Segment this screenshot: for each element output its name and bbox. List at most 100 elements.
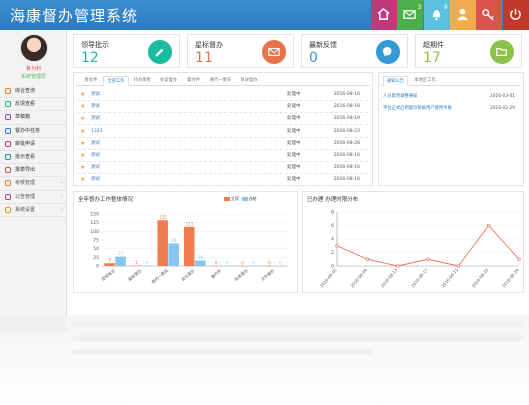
tasks-panel: 星标件 全部工作 待办审批 会议督办 督办件 两代一委员 目录督办 ★ 测试 处理中 2016-0… (73, 72, 373, 187)
y-tick-label: 125 (90, 220, 99, 226)
sidebar-item-8[interactable]: 公告管理 › (0, 191, 67, 204)
data-point (426, 257, 430, 261)
sidebar-item-6[interactable]: 报表导出 (0, 164, 67, 178)
sidebar-item-7[interactable]: 考核管理 › (0, 177, 67, 191)
task-name-link[interactable]: 测试 (91, 138, 100, 150)
x-tick-label: 2016-08-05 (319, 267, 338, 288)
list-icon (5, 153, 11, 160)
table-row[interactable]: ★ 测试 处理中 2016-08-16 (78, 162, 368, 175)
tab-tasks-1[interactable]: 全部工作 (103, 76, 129, 86)
data-point (396, 264, 400, 268)
y-tick-label: 100 (90, 229, 99, 235)
notification-badge: 3 (417, 4, 422, 11)
stat-card-3[interactable]: 超期件 17 (415, 34, 522, 68)
y-tick-label: 2 (331, 250, 334, 256)
table-row[interactable]: ★ 测试 处理中 2016-08-18 (78, 101, 368, 114)
tab-notices-0[interactable]: 通知公告 (383, 76, 408, 86)
y-tick-label: 6 (331, 223, 334, 229)
sidebar-item-1[interactable]: 反馈查看 (0, 98, 67, 112)
user-role: 系统管理员 (20, 74, 46, 80)
x-tick-label: 文件督办 (259, 267, 275, 282)
table-row[interactable]: ★ 测试 处理中 2016-08-16 (78, 174, 368, 187)
notices-tabs: 通知公告 本地区工作 (381, 76, 521, 86)
tab-tasks-5[interactable]: 两代一委员 (206, 76, 235, 86)
messages-button[interactable]: 3 (397, 0, 424, 30)
notice-title-link[interactable]: 平台正式启用督办系统用户使用手册 (383, 102, 452, 115)
stat-card-title: 超期件 (423, 41, 444, 49)
table-row[interactable]: ★ 1323 处理中 2016-08-23 (78, 126, 368, 138)
task-date: 2016-08-18 (333, 104, 360, 110)
task-name-link[interactable]: 测试 (91, 113, 100, 125)
list-item[interactable]: 平台正式启用督办系统用户使用手册 2016-02-29 (383, 102, 519, 115)
edit-icon (5, 167, 11, 174)
x-tick-label: 两代一委员 (150, 267, 169, 284)
data-label: 16 (198, 255, 204, 260)
task-name-link[interactable]: 测试 (91, 101, 100, 113)
notification-badge: 9 (443, 4, 448, 11)
reflection-sidebar (0, 315, 67, 333)
stat-card-value: 11 (195, 50, 213, 66)
sidebar-item-5[interactable]: 批示查看 (0, 151, 67, 165)
task-name-link[interactable]: 测试 (91, 162, 100, 174)
logout-button[interactable] (502, 0, 529, 30)
data-label: 0 (215, 261, 218, 266)
star-icon[interactable]: ★ (80, 174, 85, 186)
legend-series-1: 办结 (248, 196, 257, 201)
stat-card-value: 0 (309, 50, 318, 66)
star-icon[interactable]: ★ (80, 89, 85, 101)
task-name-link[interactable]: 测试 (91, 89, 100, 101)
table-row[interactable]: ★ 测试 处理中 2016-08-19 (78, 113, 368, 126)
data-point (335, 244, 339, 248)
data-label: 65 (171, 238, 177, 243)
user-button[interactable] (449, 0, 476, 30)
star-icon[interactable]: ★ (80, 113, 85, 125)
reflection-line (73, 349, 373, 355)
task-date: 2016-08-16 (333, 165, 360, 171)
x-tick-label: 2016-08-29 (501, 267, 520, 288)
table-row[interactable]: ★ 测试 处理中 2016-08-16 (78, 89, 368, 101)
sidebar-item-label: 综合查询 (15, 88, 36, 94)
app-window: 海康督办管理系统 3 9 鲁为利 系统管理员 综合查询 反馈查看 草稿箱 督办中任务 审批… (0, 0, 529, 405)
chevron-right-icon: › (61, 180, 63, 187)
stat-card-2[interactable]: 最新反馈 0 (301, 34, 408, 68)
tab-tasks-4[interactable]: 督办件 (182, 76, 205, 86)
task-name-link[interactable]: 1323 (91, 126, 102, 138)
star-icon[interactable]: ★ (80, 101, 85, 113)
star-icon[interactable]: ★ (80, 126, 85, 138)
table-row[interactable]: ★ 测试 处理中 2016-08-28 (78, 138, 368, 150)
data-label: 27 (118, 251, 124, 256)
sidebar-item-2[interactable]: 草稿箱 (0, 111, 67, 125)
sidebar-item-label: 系统设置 (15, 206, 36, 213)
tab-tasks-3[interactable]: 会议督办 (156, 76, 181, 86)
settings-button[interactable] (476, 0, 503, 30)
avatar[interactable] (20, 34, 48, 62)
task-status: 处理中 (287, 177, 301, 183)
sidebar-item-label: 审批申请 (15, 140, 36, 147)
task-status: 处理中 (287, 165, 301, 171)
task-name-link[interactable]: 测试 (91, 150, 100, 162)
tab-tasks-2[interactable]: 待办审批 (130, 76, 155, 86)
task-status: 处理中 (287, 128, 301, 134)
stat-card-1[interactable]: 星标督办 11 (187, 34, 294, 68)
star-icon[interactable]: ★ (80, 162, 85, 174)
task-date: 2016-08-16 (333, 92, 360, 97)
bar-chart-legend: 立项 办结 (224, 196, 257, 202)
sidebar-item-label: 报表导出 (15, 167, 36, 174)
stat-card-title: 最新反馈 (309, 41, 337, 49)
tab-tasks-6[interactable]: 目录督办 (236, 76, 262, 86)
tab-notices-1[interactable]: 本地区工作 (409, 76, 441, 86)
task-name-link[interactable]: 测试 (91, 174, 100, 186)
sidebar-item-label: 草稿箱 (15, 114, 31, 121)
table-row[interactable]: ★ 测试 处理中 2016-08-16 (78, 150, 368, 162)
sidebar-item-3[interactable]: 督办中任务 (0, 125, 67, 138)
sidebar-item-0[interactable]: 综合查询 (0, 85, 67, 99)
sidebar-item-9[interactable]: 系统设置 › (0, 204, 67, 217)
y-tick-label: 8 (331, 210, 334, 216)
home-button[interactable] (371, 0, 397, 30)
tab-tasks-0[interactable]: 星标件 (80, 76, 102, 86)
sidebar-item-4[interactable]: 审批申请 (0, 138, 67, 151)
star-icon[interactable]: ★ (80, 150, 85, 162)
notifications-button[interactable]: 9 (423, 0, 450, 30)
stat-card-0[interactable]: 领导批示 12 (73, 34, 180, 68)
star-icon[interactable]: ★ (80, 138, 85, 150)
